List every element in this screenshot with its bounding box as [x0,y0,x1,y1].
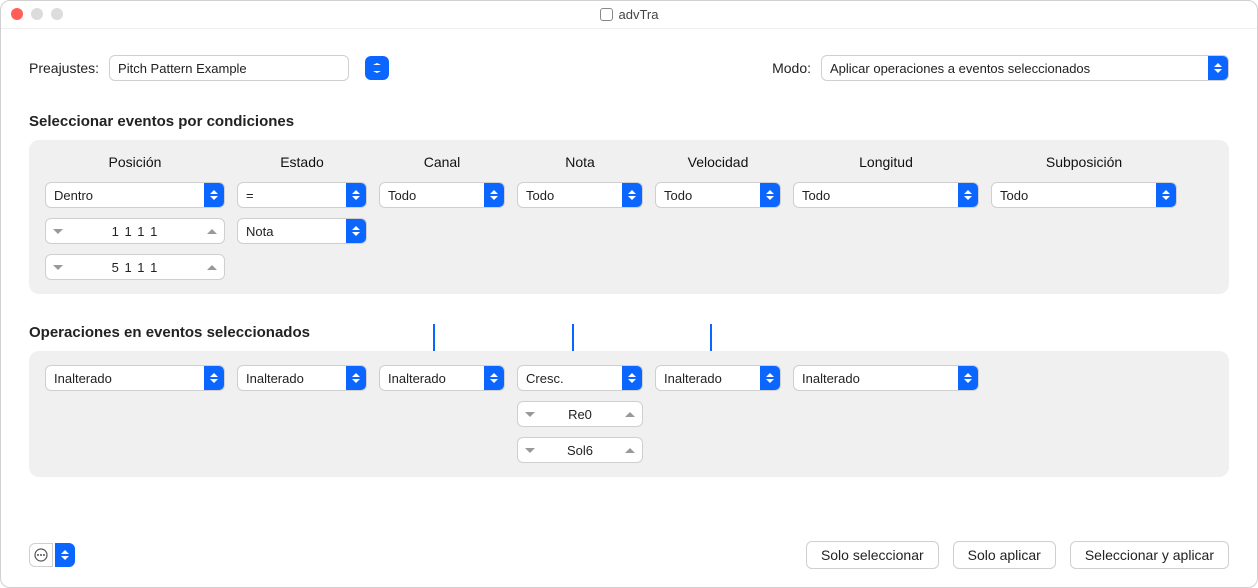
chevron-down-icon[interactable] [46,255,70,279]
chevron-updown-icon [760,366,780,390]
app-icon [600,8,613,21]
op-channel-select[interactable]: Inalterado [379,365,505,391]
select-and-apply-button[interactable]: Seleccionar y aplicar [1070,541,1229,569]
mode-select[interactable]: Aplicar operaciones a eventos selecciona… [821,55,1229,81]
options-menu[interactable] [29,543,75,567]
operations-title: Operaciones en eventos seleccionados [29,324,1229,341]
chevron-updown-icon [204,183,224,207]
preset-input[interactable]: Pitch Pattern Example [109,55,349,81]
note-high-stepper[interactable]: Sol6 [517,437,643,463]
position-op-select[interactable]: Dentro [45,182,225,208]
chevron-up-icon[interactable] [200,255,224,279]
length-select[interactable]: Todo [793,182,979,208]
col-velocity: Velocidad [655,154,781,170]
op-note-select[interactable]: Cresc. [517,365,643,391]
chevron-updown-icon [346,366,366,390]
chevron-down-icon[interactable] [518,438,542,462]
op-length-select[interactable]: Inalterado [793,365,979,391]
note-low-stepper[interactable]: Re0 [517,401,643,427]
op-velocity-select[interactable]: Inalterado [655,365,781,391]
col-note: Nota [517,154,643,170]
chevron-up-icon[interactable] [618,402,642,426]
op-position-select[interactable]: Inalterado [45,365,225,391]
chevron-updown-icon [55,543,75,567]
mode-value: Aplicar operaciones a eventos selecciona… [822,61,1098,76]
position-start-stepper[interactable]: 1 1 1 1 [45,218,225,244]
apply-only-button[interactable]: Solo aplicar [953,541,1056,569]
position-end-value: 5 1 1 1 [70,260,200,275]
window-title-text: advTra [619,7,659,22]
window-controls [11,8,63,20]
col-status: Estado [237,154,367,170]
footer: Solo seleccionar Solo aplicar Selecciona… [29,541,1229,569]
chevron-up-icon[interactable] [618,438,642,462]
col-position: Posición [45,154,225,170]
chevron-updown-icon [622,366,642,390]
col-length: Longitud [793,154,979,170]
position-end-stepper[interactable]: 5 1 1 1 [45,254,225,280]
ellipsis-icon [29,543,53,567]
chevron-updown-icon [1208,56,1228,80]
preset-menu-button[interactable] [365,56,389,80]
op-status-select[interactable]: Inalterado [237,365,367,391]
close-icon[interactable] [11,8,23,20]
status-op-select[interactable]: = [237,182,367,208]
conditions-panel: Posición Estado Canal Nota Velocidad Lon… [29,140,1229,294]
col-subposition: Subposición [991,154,1177,170]
minimize-icon[interactable] [31,8,43,20]
chevron-updown-icon [484,183,504,207]
chevron-updown-icon [760,183,780,207]
mode-label: Modo: [772,60,811,76]
chevron-updown-icon [958,183,978,207]
note-select[interactable]: Todo [517,182,643,208]
subposition-select[interactable]: Todo [991,182,1177,208]
operations-panel: Inalterado Inalterado Inalterado Cresc. [29,351,1229,477]
chevron-updown-icon [346,183,366,207]
note-high-value: Sol6 [542,443,618,458]
chevron-down-icon[interactable] [518,402,542,426]
velocity-select[interactable]: Todo [655,182,781,208]
select-only-button[interactable]: Solo seleccionar [806,541,939,569]
chevron-down-icon[interactable] [46,219,70,243]
chevron-updown-icon [204,366,224,390]
col-channel: Canal [379,154,505,170]
operations-wrap: Operaciones en eventos seleccionados Ina… [29,324,1229,477]
header-row: Preajustes: Pitch Pattern Example Modo: … [29,55,1229,81]
chevron-updown-icon [484,366,504,390]
content: Preajustes: Pitch Pattern Example Modo: … [1,29,1257,493]
note-low-value: Re0 [542,407,618,422]
chevron-up-icon[interactable] [200,219,224,243]
zoom-icon[interactable] [51,8,63,20]
chevron-updown-icon [622,183,642,207]
preset-value: Pitch Pattern Example [118,61,247,76]
channel-select[interactable]: Todo [379,182,505,208]
titlebar: advTra [1,1,1257,29]
status-value-select[interactable]: Nota [237,218,367,244]
chevron-updown-icon [1156,183,1176,207]
chevron-updown-icon [346,219,366,243]
window-title: advTra [600,7,659,22]
position-start-value: 1 1 1 1 [70,224,200,239]
presets-label: Preajustes: [29,60,99,76]
window: advTra Preajustes: Pitch Pattern Example… [0,0,1258,588]
conditions-title: Seleccionar eventos por condiciones [29,113,1229,130]
chevron-updown-icon [958,366,978,390]
